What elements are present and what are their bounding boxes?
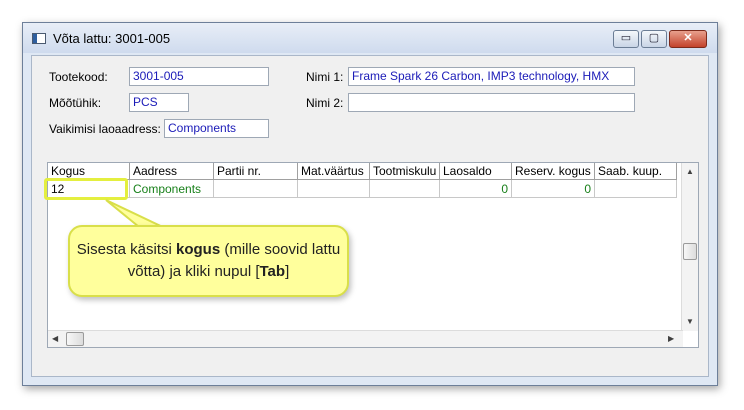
- callout-text-3: ]: [285, 263, 290, 280]
- callout-pointer-icon: [105, 199, 191, 241]
- callout-bold-tab: Tab: [259, 263, 286, 280]
- callout-bold-kogus: kogus: [175, 241, 221, 258]
- instruction-callout: Sisesta käsitsi kogus (mille soovid latt…: [68, 225, 349, 297]
- callout-text-1: Sisesta käsitsi: [76, 241, 176, 258]
